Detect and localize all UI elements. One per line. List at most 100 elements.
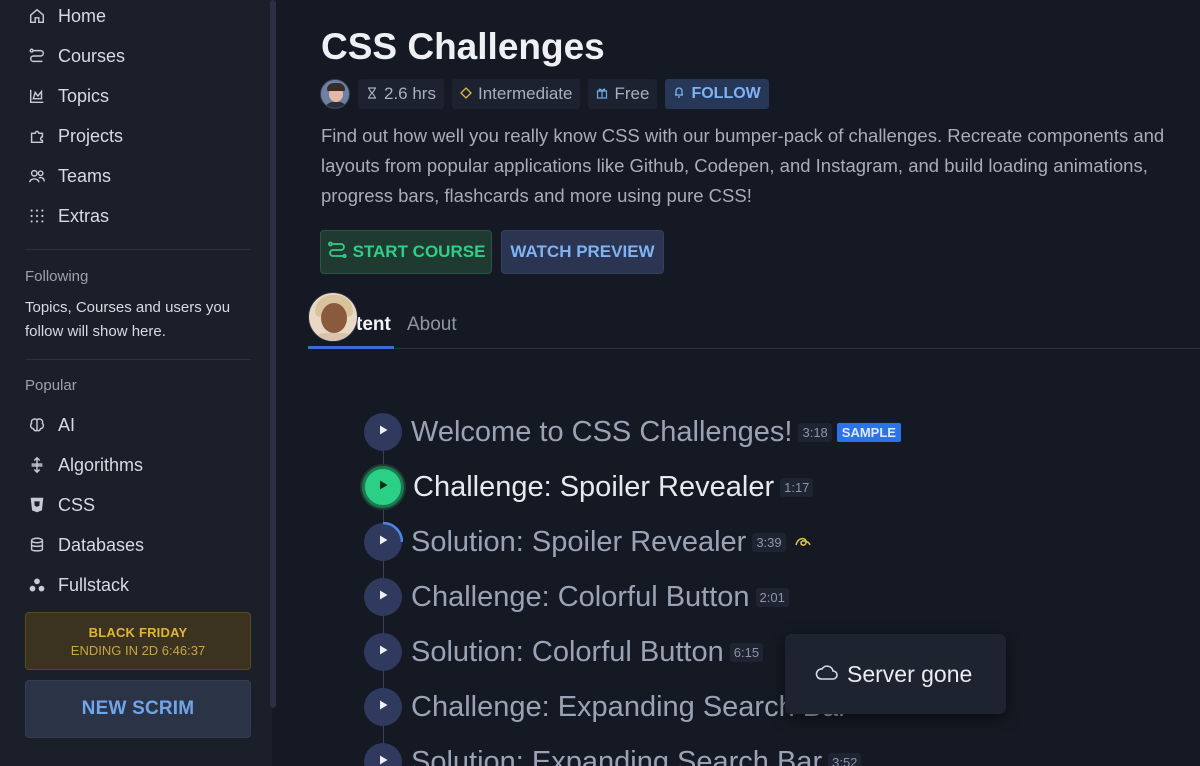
css-icon [26, 494, 48, 516]
home-icon [26, 5, 48, 27]
lesson-item[interactable]: Solution: Colorful Button 6:15 [364, 632, 764, 672]
play-icon [377, 478, 389, 496]
hourglass-icon [366, 84, 378, 104]
sidebar: Home Courses Topics Projects Teams Extra… [0, 0, 272, 766]
popular-algorithms[interactable]: Algorithms [26, 452, 143, 478]
nav-home-label: Home [58, 5, 107, 26]
nav-courses-label: Courses [58, 45, 126, 66]
nav-projects[interactable]: Projects [26, 123, 123, 149]
level-chip: Intermediate [451, 79, 581, 109]
lesson-title: Challenge: Spoiler Revealer [413, 470, 775, 503]
play-button[interactable] [364, 688, 402, 726]
play-button[interactable] [364, 743, 402, 766]
level-text: Intermediate [477, 84, 573, 103]
lesson-title: Solution: Expanding Search Bar [411, 745, 823, 766]
teams-icon [26, 165, 48, 187]
play-button[interactable] [364, 413, 402, 451]
play-icon [377, 753, 389, 766]
algorithms-icon [26, 454, 48, 476]
nav-courses[interactable]: Courses [26, 43, 125, 69]
popular-css[interactable]: CSS [26, 492, 95, 518]
lesson-duration: 2:01 [755, 587, 789, 607]
lesson-duration: 6:15 [729, 642, 764, 662]
promo-title: BLACK FRIDAY [88, 625, 188, 640]
course-description: Find out how well you really know CSS wi… [321, 125, 1165, 206]
lesson-item[interactable]: Solution: Spoiler Revealer 3:39 [364, 522, 812, 562]
lesson-item[interactable]: Welcome to CSS Challenges! 3:18 SAMPLE [364, 412, 901, 452]
duration-chip: 2.6 hrs [358, 79, 444, 109]
server-gone-toast: Server gone [785, 634, 1006, 714]
toast-message: Server gone [847, 660, 973, 687]
courses-icon [26, 45, 48, 67]
projects-icon [26, 125, 48, 147]
popular-ai-label: AI [58, 414, 76, 435]
start-course-button[interactable]: START COURSE [320, 230, 492, 274]
popular-algorithms-label: Algorithms [58, 454, 144, 475]
lesson-title: Challenge: Expanding Search Bar [411, 690, 848, 723]
lesson-item[interactable]: Challenge: Expanding Search Bar [364, 687, 848, 727]
active-tab-indicator [308, 346, 394, 349]
watch-preview-button[interactable]: WATCH PREVIEW [501, 230, 664, 274]
duration-text: 2.6 hrs [384, 84, 436, 103]
black-friday-promo[interactable]: BLACK FRIDAY ENDING IN 2D 6:46:37 [25, 612, 251, 670]
cloud-icon [815, 663, 839, 686]
play-button[interactable] [364, 522, 403, 561]
course-title: CSS Challenges [321, 26, 605, 67]
extras-icon [26, 205, 48, 227]
price-text: Free [614, 84, 650, 103]
price-chip: Free [588, 79, 658, 109]
follow-button[interactable]: FOLLOW [665, 79, 769, 109]
nav-teams[interactable]: Teams [26, 163, 111, 189]
brain-icon [26, 414, 48, 436]
popular-ai[interactable]: AI [26, 412, 75, 438]
following-heading: Following [25, 268, 89, 285]
lesson-title: Welcome to CSS Challenges! [411, 415, 793, 448]
author-avatar[interactable] [320, 79, 350, 109]
tabs-divider [308, 348, 1200, 349]
following-empty-text: Topics, Courses and users you follow wil… [25, 299, 231, 340]
play-button[interactable] [362, 466, 404, 508]
popular-heading: Popular [25, 377, 77, 394]
lesson-item[interactable]: Solution: Expanding Search Bar 3:52 [364, 742, 862, 766]
popular-fullstack[interactable]: Fullstack [26, 572, 129, 598]
tab-content[interactable]: tent [356, 314, 391, 336]
lesson-duration: 1:17 [780, 477, 814, 497]
floating-user-avatar[interactable] [308, 292, 358, 342]
popular-databases[interactable]: Databases [26, 532, 144, 558]
fullstack-icon [26, 574, 48, 596]
new-scrim-button[interactable]: NEW SCRIM [25, 680, 251, 738]
nav-topics-label: Topics [58, 85, 110, 106]
nav-extras[interactable]: Extras [26, 203, 109, 229]
lesson-title: Solution: Colorful Button [411, 635, 724, 668]
bell-icon [673, 85, 685, 103]
nav-teams-label: Teams [58, 165, 112, 186]
promo-countdown: ENDING IN 2D 6:46:37 [70, 643, 206, 658]
tab-about[interactable]: About [407, 314, 457, 336]
play-icon [377, 588, 389, 606]
nav-home[interactable]: Home [26, 3, 106, 29]
play-button[interactable] [364, 578, 402, 616]
courses-icon [327, 241, 347, 264]
diamond-icon [460, 84, 472, 104]
sidebar-divider [25, 249, 251, 250]
nav-extras-label: Extras [58, 205, 110, 226]
sidebar-divider [25, 359, 251, 360]
progress-ring [382, 522, 403, 543]
lesson-item[interactable]: Challenge: Spoiler Revealer 1:17 [362, 466, 814, 508]
swirl-icon [794, 535, 812, 549]
play-icon [377, 698, 389, 716]
lesson-item[interactable]: Challenge: Colorful Button 2:01 [364, 577, 789, 617]
gift-icon [596, 84, 608, 104]
nav-projects-label: Projects [58, 125, 124, 146]
topics-icon [26, 85, 48, 107]
play-icon [377, 423, 389, 441]
sidebar-scrollbar[interactable] [270, 0, 276, 708]
database-icon [26, 534, 48, 556]
follow-label: FOLLOW [691, 85, 761, 102]
play-button[interactable] [364, 633, 402, 671]
nav-topics[interactable]: Topics [26, 83, 109, 109]
lesson-title: Challenge: Colorful Button [411, 580, 750, 613]
course-meta: 2.6 hrs Intermediate Free FOLLOW [320, 79, 769, 109]
sample-badge: SAMPLE [836, 422, 901, 442]
lesson-duration: 3:39 [752, 532, 786, 552]
